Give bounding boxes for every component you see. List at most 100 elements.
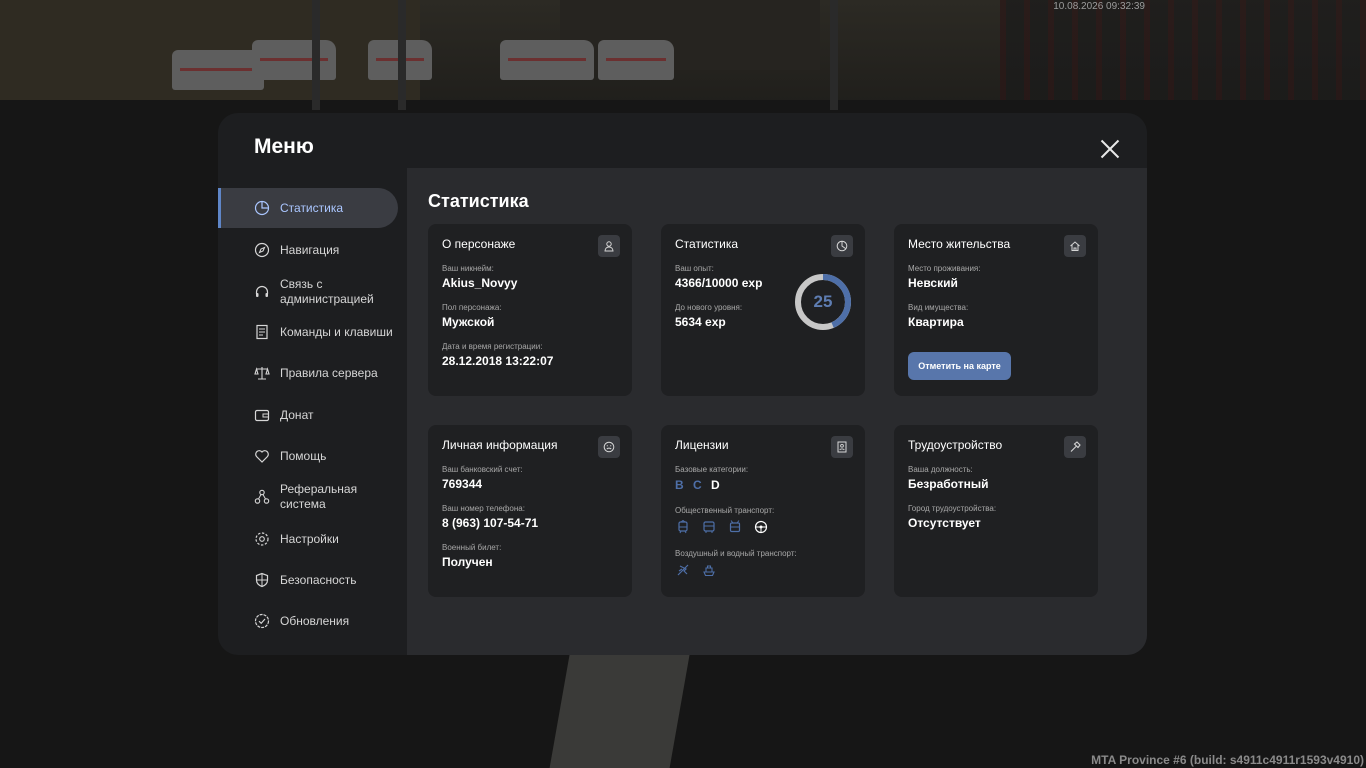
steering-wheel-icon xyxy=(753,519,769,535)
exp-label: Ваш опыт: xyxy=(675,264,714,273)
sidebar-item-label: Обновления xyxy=(280,613,350,628)
employment-city-value: Отсутствует xyxy=(908,516,981,530)
residence-value: Невский xyxy=(908,276,958,290)
card-title: Лицензии xyxy=(675,438,729,452)
card-personal-info: Личная информация Ваш банковский счет: 7… xyxy=(428,425,632,597)
sidebar-item-label: Команды и клавиши xyxy=(280,324,393,339)
card-stats: Статистика Ваш опыт: 4366/10000 exp До н… xyxy=(661,224,865,396)
position-value: Безработный xyxy=(908,477,989,491)
sidebar-item-label: Помощь xyxy=(280,448,327,463)
sidebar-item-label: Настройки xyxy=(280,531,339,546)
background-pole xyxy=(312,0,320,110)
air-water-transport-icons xyxy=(675,562,727,578)
gender-label: Пол персонажа: xyxy=(442,303,502,312)
gear-icon xyxy=(254,531,270,547)
bus-icon xyxy=(701,519,717,535)
headset-icon xyxy=(254,284,270,300)
airplane-icon xyxy=(675,562,691,578)
card-character: О персонаже Ваш никнейм: Akius_Novyy Пол… xyxy=(428,224,632,396)
face-icon xyxy=(598,436,620,458)
content-panel: Статистика О персонаже Ваш никнейм: Akiu… xyxy=(407,168,1147,655)
hammer-icon xyxy=(1064,436,1086,458)
exp-value: 4366/10000 exp xyxy=(675,276,763,290)
license-category-c: C xyxy=(693,478,702,492)
menu-title: Меню xyxy=(254,135,314,158)
sidebar-item-label: Донат xyxy=(280,407,314,422)
public-transport-label: Общественный транспорт: xyxy=(675,506,775,515)
background-ambulance xyxy=(252,40,336,80)
registration-label: Дата и время регистрации: xyxy=(442,342,543,351)
air-water-transport-label: Воздушный и водный транспорт: xyxy=(675,549,797,558)
chart-icon xyxy=(831,235,853,257)
property-label: Вид имущества: xyxy=(908,303,969,312)
property-value: Квартира xyxy=(908,315,964,329)
background-pole xyxy=(830,0,838,110)
card-title: Место жительства xyxy=(908,237,1011,251)
sidebar-item-commands[interactable]: Команды и клавиши xyxy=(218,312,398,352)
tram-icon xyxy=(675,519,691,535)
sidebar-item-statistics[interactable]: Статистика xyxy=(218,188,398,228)
close-icon[interactable] xyxy=(1096,135,1124,163)
sidebar-item-label: Безопасность xyxy=(280,572,357,587)
gender-value: Мужской xyxy=(442,315,495,329)
registration-value: 28.12.2018 13:22:07 xyxy=(442,354,554,368)
position-label: Ваша должность: xyxy=(908,465,973,474)
card-title: О персонаже xyxy=(442,237,516,251)
next-level-value: 5634 exp xyxy=(675,315,726,329)
hud-timestamp: 10.08.2026 09:32:39 xyxy=(1053,1,1145,12)
user-icon xyxy=(598,235,620,257)
menu-window: Меню Статистика Навигация Связь с админи… xyxy=(218,113,1147,655)
next-level-label: До нового уровня: xyxy=(675,303,743,312)
boat-icon xyxy=(701,562,717,578)
card-title: Статистика xyxy=(675,237,739,251)
nickname-label: Ваш никнейм: xyxy=(442,264,494,273)
military-id-label: Военный билет: xyxy=(442,543,502,552)
public-transport-icons xyxy=(675,519,779,535)
id-card-icon xyxy=(831,436,853,458)
trolleybus-icon xyxy=(727,519,743,535)
phone-value: 8 (963) 107-54-71 xyxy=(442,516,539,530)
base-categories-label: Базовые категории: xyxy=(675,465,749,474)
scales-icon xyxy=(254,365,270,381)
sidebar-item-navigation[interactable]: Навигация xyxy=(218,230,398,270)
license-category-b: B xyxy=(675,478,684,492)
sidebar-item-label: Правила сервера xyxy=(280,365,378,380)
bank-account-value: 769344 xyxy=(442,477,483,491)
card-title: Личная информация xyxy=(442,438,558,452)
employment-city-label: Город трудоустройства: xyxy=(908,504,997,513)
residence-label: Место проживания: xyxy=(908,264,981,273)
network-icon xyxy=(254,489,270,505)
sidebar-item-admin-contact[interactable]: Связь с администрацией xyxy=(218,272,398,312)
compass-icon xyxy=(254,242,270,258)
shield-icon xyxy=(254,572,270,588)
nickname-value: Akius_Novyy xyxy=(442,276,518,290)
sidebar-item-label: Статистика xyxy=(280,200,344,215)
check-badge-icon xyxy=(254,613,270,629)
sidebar-item-help[interactable]: Помощь xyxy=(218,436,398,476)
card-title: Трудоустройство xyxy=(908,438,1003,452)
sidebar-item-referral[interactable]: Реферальная система xyxy=(218,477,398,517)
mark-on-map-button[interactable]: Отметить на карте xyxy=(908,352,1011,380)
background-road xyxy=(549,650,691,768)
sidebar-item-rules[interactable]: Правила сервера xyxy=(218,353,398,393)
hud-build-info: MTA Province #6 (build: s4911c4911r1593v… xyxy=(1091,753,1364,767)
bank-account-label: Ваш банковский счет: xyxy=(442,465,523,474)
card-residence: Место жительства Место проживания: Невск… xyxy=(894,224,1098,396)
sidebar-item-security[interactable]: Безопасность xyxy=(218,560,398,600)
background-pole xyxy=(398,0,406,110)
home-icon xyxy=(1064,235,1086,257)
sidebar-item-label: Связь с администрацией xyxy=(280,277,374,306)
background-ambulance xyxy=(172,50,264,90)
card-licenses: Лицензии Базовые категории: B C D Общест… xyxy=(661,425,865,597)
sidebar-item-label: Реферальная система xyxy=(280,482,358,511)
document-icon xyxy=(254,324,270,340)
sidebar-item-donate[interactable]: Донат xyxy=(218,395,398,435)
sidebar-item-settings[interactable]: Настройки xyxy=(218,519,398,559)
license-category-d: D xyxy=(711,478,720,492)
pie-chart-icon xyxy=(254,200,270,216)
sidebar-item-updates[interactable]: Обновления xyxy=(218,601,398,641)
military-id-value: Получен xyxy=(442,555,493,569)
sidebar-item-label: Навигация xyxy=(280,242,340,257)
card-employment: Трудоустройство Ваша должность: Безработ… xyxy=(894,425,1098,597)
phone-label: Ваш номер телефона: xyxy=(442,504,525,513)
